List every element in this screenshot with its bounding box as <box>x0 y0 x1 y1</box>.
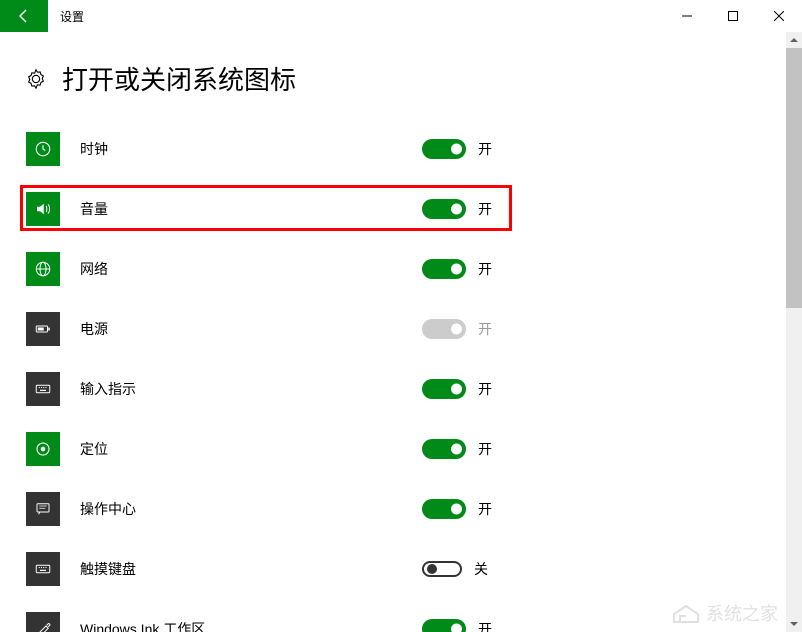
keyboard-icon <box>26 552 60 586</box>
toggle-wrap: 开 <box>422 139 492 159</box>
toggle-action[interactable] <box>422 499 466 519</box>
toggle-state-label: 关 <box>474 559 488 579</box>
back-button[interactable] <box>0 0 48 32</box>
toggle-knob <box>427 564 437 574</box>
chevron-down-icon <box>790 620 798 628</box>
toggle-state-label: 开 <box>478 319 492 339</box>
toggle-knob <box>451 504 462 515</box>
toggle-state-label: 开 <box>478 379 492 399</box>
chevron-up-icon <box>790 36 798 44</box>
setting-label: 定位 <box>80 439 108 459</box>
close-icon <box>774 11 784 21</box>
scrollbar-thumb[interactable] <box>786 48 802 308</box>
toggle-touchkb[interactable] <box>422 561 462 577</box>
toggle-wrap: 开 <box>422 319 492 339</box>
setting-row-ink: Windows Ink 工作区 开 <box>24 599 778 632</box>
toggle-wrap: 开 <box>422 619 492 632</box>
setting-row-clock: 时钟 开 <box>24 119 778 179</box>
toggle-knob <box>451 204 462 215</box>
setting-row-input: 输入指示 开 <box>24 359 778 419</box>
toggle-wrap: 关 <box>422 559 488 579</box>
toggle-knob <box>451 444 462 455</box>
settings-list: 时钟开音量开网络开电源开输入指示开定位开操作中心开触摸键盘关Windows In… <box>24 119 778 632</box>
power-icon <box>26 312 60 346</box>
toggle-power <box>422 319 466 339</box>
setting-label: 音量 <box>80 199 108 219</box>
page-title: 打开或关闭系统图标 <box>62 60 296 97</box>
keyboard-icon <box>26 372 60 406</box>
toggle-state-label: 开 <box>478 259 492 279</box>
toggle-state-label: 开 <box>478 619 492 632</box>
maximize-button[interactable] <box>710 0 756 32</box>
setting-label: 触摸键盘 <box>80 559 136 579</box>
toggle-wrap: 开 <box>422 439 492 459</box>
setting-row-volume: 音量 开 <box>24 179 778 239</box>
titlebar: 设置 <box>0 0 802 32</box>
window-controls <box>664 0 802 32</box>
volume-icon <box>26 192 60 226</box>
toggle-state-label: 开 <box>478 199 492 219</box>
arrow-left-icon <box>16 8 32 24</box>
toggle-volume[interactable] <box>422 199 466 219</box>
network-icon <box>26 252 60 286</box>
ink-icon <box>26 612 60 632</box>
toggle-state-label: 开 <box>478 139 492 159</box>
maximize-icon <box>728 11 738 21</box>
scrollbar[interactable] <box>786 32 802 632</box>
toggle-wrap: 开 <box>422 199 492 219</box>
toggle-clock[interactable] <box>422 139 466 159</box>
content-area: 打开或关闭系统图标 时钟开音量开网络开电源开输入指示开定位开操作中心开触摸键盘关… <box>0 32 802 632</box>
location-icon <box>26 432 60 466</box>
scroll-up-button[interactable] <box>786 32 802 48</box>
toggle-location[interactable] <box>422 439 466 459</box>
setting-row-location: 定位 开 <box>24 419 778 479</box>
setting-label: 操作中心 <box>80 499 136 519</box>
setting-row-touchkb: 触摸键盘 关 <box>24 539 778 599</box>
action-icon <box>26 492 60 526</box>
setting-label: Windows Ink 工作区 <box>80 619 205 632</box>
setting-label: 网络 <box>80 259 108 279</box>
minimize-icon <box>682 11 692 21</box>
toggle-knob <box>451 144 462 155</box>
toggle-input[interactable] <box>422 379 466 399</box>
setting-label: 时钟 <box>80 139 108 159</box>
setting-label: 输入指示 <box>80 379 136 399</box>
toggle-wrap: 开 <box>422 379 492 399</box>
minimize-button[interactable] <box>664 0 710 32</box>
toggle-ink[interactable] <box>422 619 466 632</box>
setting-row-power: 电源 开 <box>24 299 778 359</box>
toggle-knob <box>451 264 462 275</box>
toggle-state-label: 开 <box>478 499 492 519</box>
scroll-down-button[interactable] <box>786 616 802 632</box>
toggle-knob <box>451 624 462 632</box>
toggle-knob <box>451 384 462 395</box>
page-header: 打开或关闭系统图标 <box>24 60 778 97</box>
setting-row-network: 网络 开 <box>24 239 778 299</box>
setting-row-action: 操作中心 开 <box>24 479 778 539</box>
toggle-knob <box>451 324 462 335</box>
toggle-wrap: 开 <box>422 499 492 519</box>
toggle-wrap: 开 <box>422 259 492 279</box>
toggle-state-label: 开 <box>478 439 492 459</box>
gear-icon <box>24 67 48 91</box>
close-button[interactable] <box>756 0 802 32</box>
clock-icon <box>26 132 60 166</box>
window-title: 设置 <box>60 8 84 25</box>
toggle-network[interactable] <box>422 259 466 279</box>
setting-label: 电源 <box>80 319 108 339</box>
